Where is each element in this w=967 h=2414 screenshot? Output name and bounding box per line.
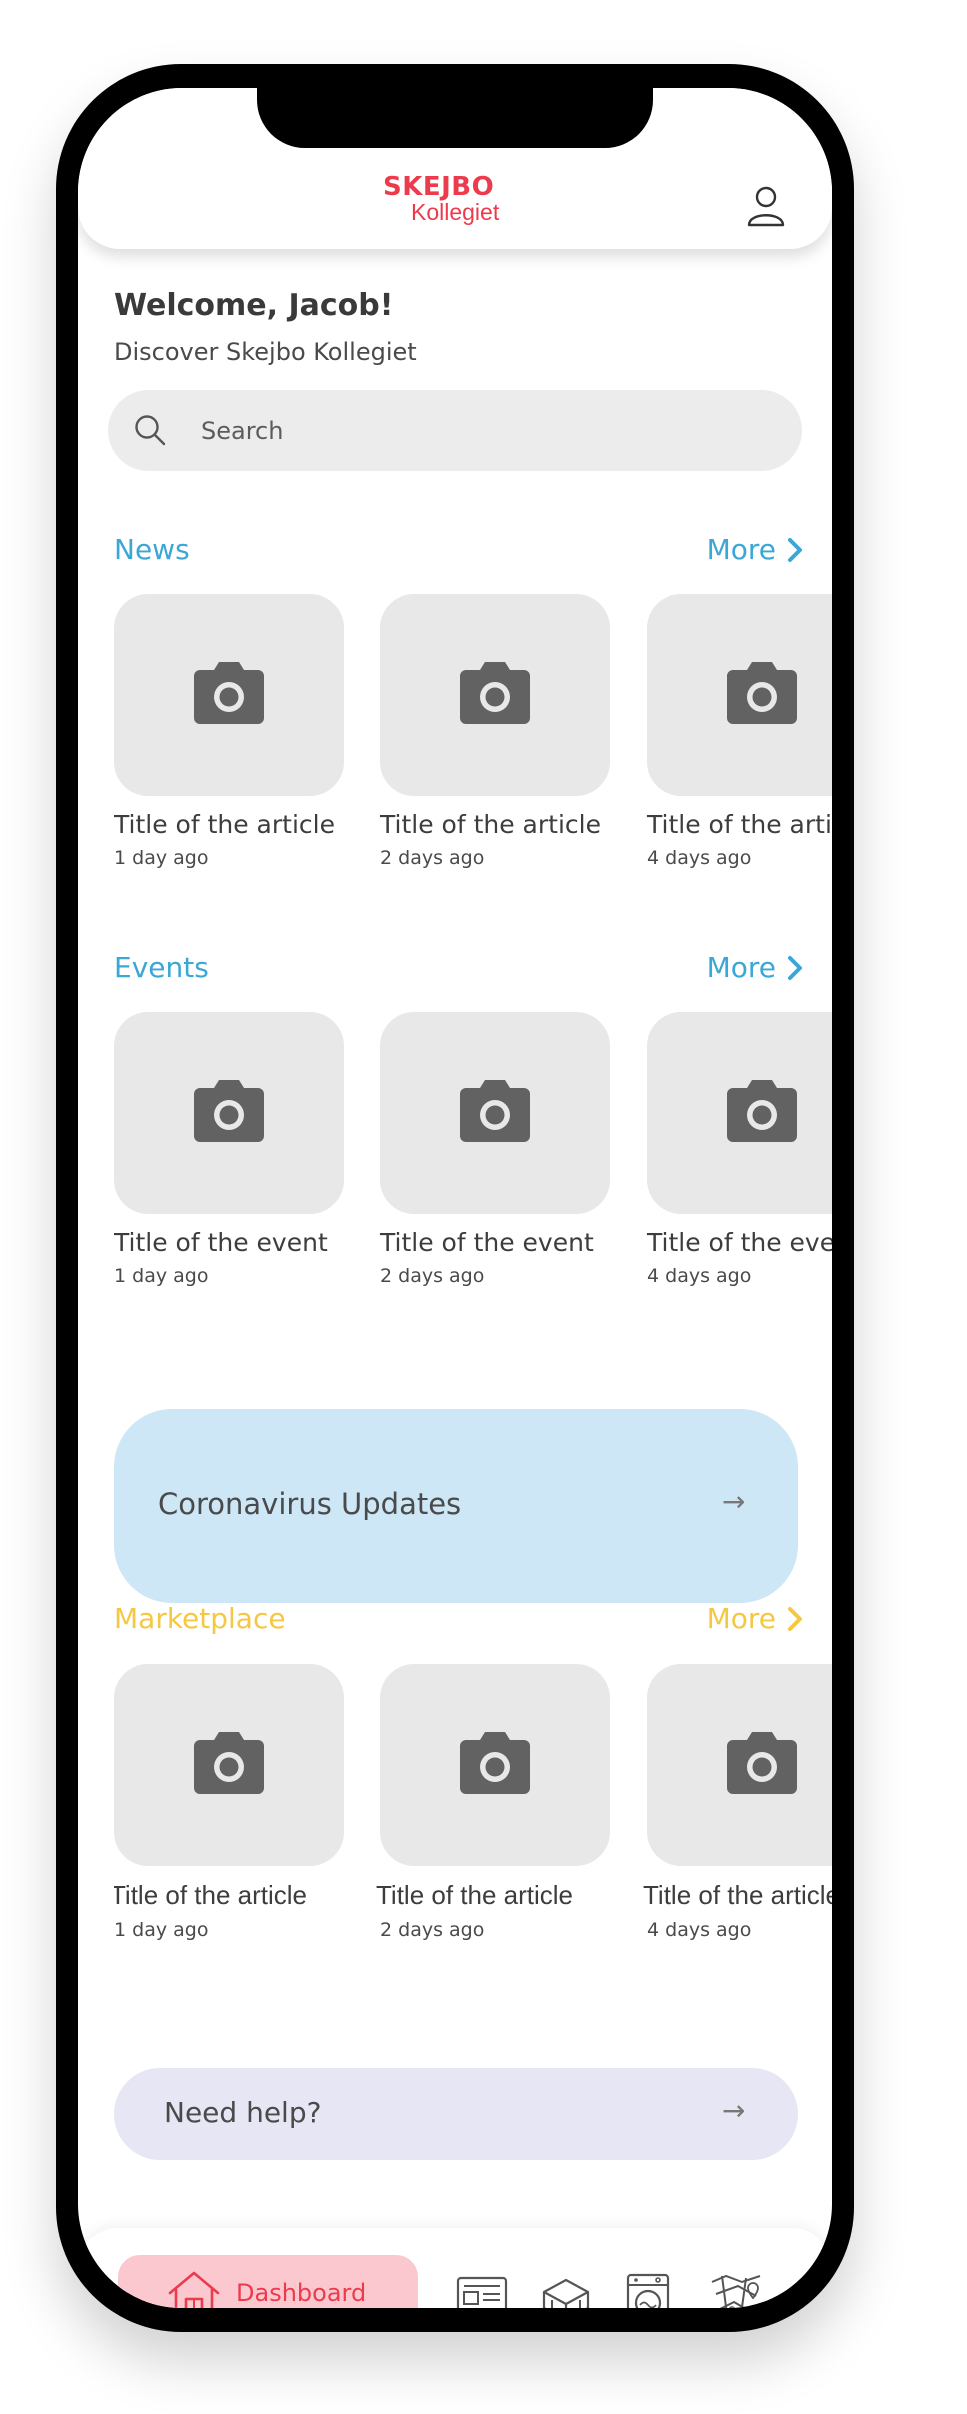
- events-carousel[interactable]: Title of the event 1 day ago Title of th…: [114, 1012, 832, 1302]
- camera-icon: [460, 1080, 530, 1142]
- camera-icon: [460, 662, 530, 724]
- marketplace-more-label: More: [706, 1602, 776, 1635]
- marketplace-card-time: 1 day ago: [114, 1919, 209, 1941]
- event-card[interactable]: Title of the event 4 days ago: [647, 1012, 832, 1287]
- welcome-subtitle: Discover Skejbo Kollegiet: [114, 338, 417, 366]
- newspaper-icon[interactable]: [454, 2272, 510, 2308]
- camera-icon: [727, 1080, 797, 1142]
- event-card-image: [114, 1012, 344, 1214]
- app-logo: SKEJBO Kollegiet: [383, 174, 543, 224]
- bottom-navigation: Dashboard: [78, 2228, 832, 2308]
- event-card-time: 2 days ago: [380, 1265, 485, 1287]
- logo-text-kollegiet: Kollegiet: [411, 199, 500, 225]
- news-card-image: [114, 594, 344, 796]
- search-input[interactable]: [201, 390, 761, 471]
- nav-dashboard-label: Dashboard: [236, 2279, 367, 2307]
- marketplace-card-title: Title of the article: [114, 1880, 308, 1910]
- news-card-title: Title of the article: [380, 810, 601, 839]
- marketplace-section-title: Marketplace: [114, 1602, 286, 1635]
- event-card[interactable]: Title of the event 2 days ago: [380, 1012, 610, 1287]
- marketplace-card-image: [380, 1664, 610, 1866]
- phone-frame: SKEJBO Kollegiet Welcome, Jacob! Discove…: [56, 64, 854, 2332]
- phone-notch: [257, 88, 653, 148]
- search-icon: [135, 415, 166, 446]
- event-card-title: Title of the event: [380, 1228, 594, 1257]
- marketplace-card-image: [114, 1664, 344, 1866]
- event-card-image: [647, 1012, 832, 1214]
- camera-icon: [727, 1732, 797, 1794]
- map-icon[interactable]: [708, 2272, 764, 2308]
- events-more-label: More: [706, 951, 776, 984]
- logo-text-skejbo: SKEJBO: [383, 172, 495, 202]
- camera-icon: [194, 1732, 264, 1794]
- news-card-time: 1 day ago: [114, 847, 209, 869]
- news-section-title: News: [114, 533, 190, 566]
- event-card-title: Title of the event: [647, 1228, 832, 1257]
- event-card-image: [380, 1012, 610, 1214]
- marketplace-card[interactable]: Title of the article 2 days ago: [376, 1664, 610, 1941]
- news-more-label: More: [706, 533, 776, 566]
- news-card[interactable]: Title of the article 4 days ago: [647, 594, 832, 869]
- event-card-time: 1 day ago: [114, 1265, 209, 1287]
- marketplace-card-title: Title of the article: [376, 1880, 574, 1910]
- marketplace-more-link[interactable]: More: [707, 1602, 804, 1635]
- news-more-link[interactable]: More: [707, 533, 804, 566]
- coronavirus-updates-label: Coronavirus Updates: [158, 1487, 462, 1521]
- news-card-time: 2 days ago: [380, 847, 485, 869]
- marketplace-card-time: 2 days ago: [380, 1919, 485, 1941]
- arrow-right-icon: →: [722, 2094, 746, 2127]
- house-icon: [168, 2271, 220, 2308]
- camera-icon: [194, 1080, 264, 1142]
- marketplace-card-image: [647, 1664, 832, 1866]
- camera-icon: [460, 1732, 530, 1794]
- marketplace-carousel[interactable]: Title of the article 1 day ago Title of …: [114, 1664, 832, 1954]
- welcome-heading: Welcome, Jacob!: [114, 288, 394, 323]
- app-screen: SKEJBO Kollegiet Welcome, Jacob! Discove…: [78, 88, 832, 2308]
- news-card-image: [647, 594, 832, 796]
- news-card-time: 4 days ago: [647, 847, 752, 869]
- nav-dashboard-button[interactable]: Dashboard: [118, 2255, 418, 2308]
- marketplace-card-time: 4 days ago: [647, 1919, 752, 1941]
- news-card-title: Title of the article: [647, 810, 832, 839]
- coronavirus-updates-banner[interactable]: Coronavirus Updates →: [114, 1409, 798, 1603]
- profile-icon[interactable]: [746, 184, 786, 228]
- need-help-banner[interactable]: Need help? →: [114, 2068, 798, 2160]
- camera-icon: [727, 662, 797, 724]
- news-card[interactable]: Title of the article 1 day ago: [114, 594, 344, 869]
- event-card-time: 4 days ago: [647, 1265, 752, 1287]
- news-card-title: Title of the article: [114, 810, 335, 839]
- arrow-right-icon: →: [722, 1485, 746, 1518]
- washing-machine-icon[interactable]: [620, 2272, 676, 2308]
- search-bar[interactable]: [108, 390, 802, 471]
- news-card[interactable]: Title of the article 2 days ago: [380, 594, 610, 869]
- event-card[interactable]: Title of the event 1 day ago: [114, 1012, 344, 1287]
- marketplace-card[interactable]: Title of the article 4 days ago: [643, 1664, 832, 1941]
- need-help-label: Need help?: [164, 2096, 322, 2129]
- news-card-image: [380, 594, 610, 796]
- marketplace-card-title: Title of the article: [643, 1880, 832, 1910]
- chevron-right-icon: [788, 537, 802, 562]
- chevron-right-icon: [788, 955, 802, 980]
- event-card-title: Title of the event: [114, 1228, 328, 1257]
- marketplace-card[interactable]: Title of the article 1 day ago: [114, 1664, 344, 1941]
- chevron-right-icon: [788, 1606, 802, 1631]
- events-more-link[interactable]: More: [707, 951, 804, 984]
- news-carousel[interactable]: Title of the article 1 day ago Title of …: [114, 594, 832, 884]
- furniture-icon[interactable]: [538, 2272, 594, 2308]
- camera-icon: [194, 662, 264, 724]
- events-section-title: Events: [114, 951, 209, 984]
